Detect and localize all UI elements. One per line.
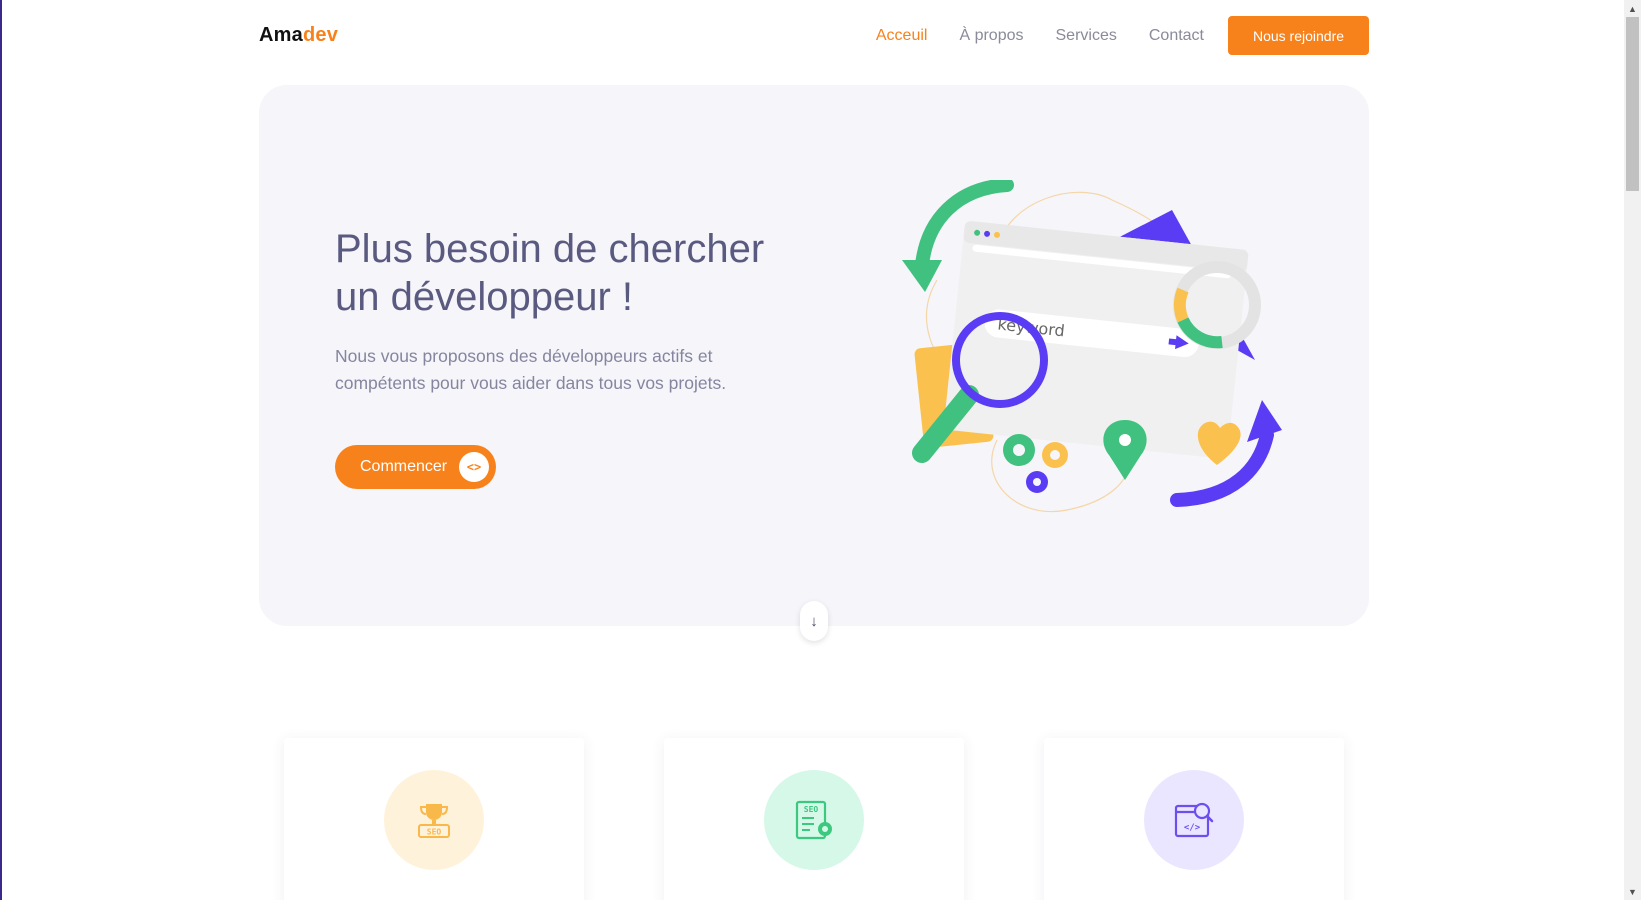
svg-text:</>: </> (1184, 823, 1201, 833)
main-nav: Acceuil À propos Services Contact Nous r… (876, 16, 1369, 55)
hero-section: Plus besoin de chercher un développeur !… (259, 85, 1369, 626)
join-button[interactable]: Nous rejoindre (1228, 16, 1369, 55)
search-illustration: keyword (902, 180, 1282, 513)
scroll-up-arrow[interactable]: ▲ (1624, 0, 1641, 17)
location-pin-icon (1103, 420, 1147, 480)
scroll-down-arrow[interactable]: ▼ (1624, 883, 1641, 900)
green-arrow-head (902, 260, 942, 292)
nav-link-about[interactable]: À propos (959, 17, 1023, 55)
svg-text:SEO: SEO (427, 828, 442, 837)
service-icon-circle: </> (1144, 770, 1244, 870)
window-edge (0, 0, 2, 900)
gears-icon (1003, 434, 1068, 493)
hero-title: Plus besoin de chercher un développeur ! (335, 227, 765, 319)
heart-icon (1197, 421, 1241, 465)
logo-accent-text: dev (302, 24, 339, 46)
service-icon-circle: SEO (384, 770, 484, 870)
code-search-icon: </> (1174, 802, 1214, 838)
start-button-label: Commencer (360, 458, 448, 475)
page-scrollbar[interactable]: ▲ ▼ (1624, 0, 1641, 900)
scroll-down-button[interactable]: ↓ (800, 601, 828, 641)
logo-main-text: Ama (259, 24, 303, 46)
service-card[interactable]: SEO (284, 738, 584, 900)
seo-trophy-icon: SEO (418, 804, 450, 838)
purple-arrow-head (1247, 400, 1282, 442)
service-icon-circle: SEO (764, 770, 864, 870)
code-brackets-icon: <> (459, 452, 489, 482)
site-header: Amadev Acceuil À propos Services Contact… (259, 0, 1369, 70)
arrow-down-icon: ↓ (810, 612, 818, 630)
nav-link-home[interactable]: Acceuil (876, 17, 928, 55)
site-logo[interactable]: Amadev (259, 24, 338, 47)
hero-description: Nous vous proposons des développeurs act… (335, 346, 727, 393)
service-card[interactable]: SEO (664, 738, 964, 900)
scroll-thumb[interactable] (1626, 17, 1639, 191)
svg-text:SEO: SEO (804, 805, 819, 814)
service-card[interactable]: </> (1044, 738, 1344, 900)
nav-link-services[interactable]: Services (1056, 17, 1117, 55)
nav-link-contact[interactable]: Contact (1149, 17, 1204, 55)
seo-report-icon: SEO (795, 800, 832, 840)
start-button[interactable]: Commencer <> (335, 445, 496, 489)
